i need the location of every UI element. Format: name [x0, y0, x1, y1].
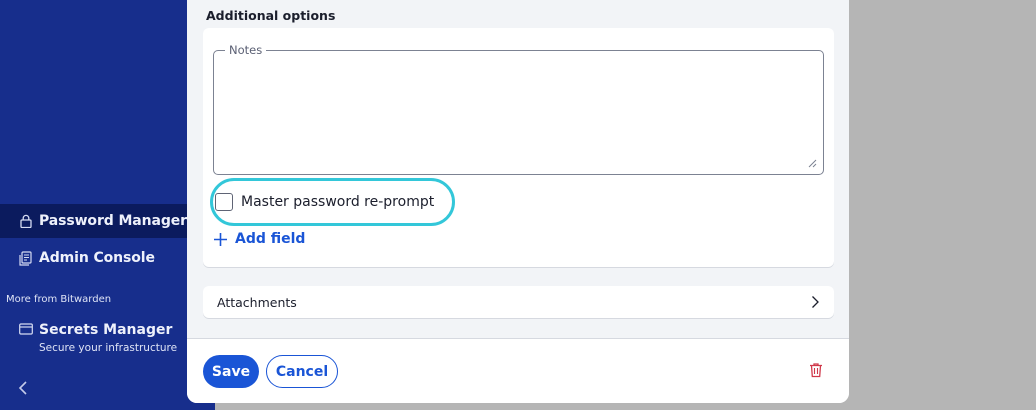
secrets-manager-icon	[19, 323, 33, 337]
sidebar-item-label: Secrets Manager	[39, 322, 173, 338]
sidebar-item-secrets-manager[interactable]: Secrets Manager Secure your infrastructu…	[19, 322, 177, 354]
save-button[interactable]: Save	[203, 355, 259, 388]
sidebar-item-label: Password Manager	[39, 213, 187, 229]
lock-icon	[19, 213, 33, 229]
sidebar-item-password-manager[interactable]: Password Manager	[0, 204, 187, 238]
sidebar-item-admin-console[interactable]: Admin Console	[0, 241, 155, 275]
edit-item-dialog: Additional options Notes Master password…	[187, 0, 849, 403]
reprompt-checkbox[interactable]	[215, 193, 233, 211]
additional-options-card: Notes Master password re-prompt Add fiel…	[203, 28, 834, 267]
sidebar-item-label: Admin Console	[39, 250, 155, 266]
plus-icon	[214, 232, 227, 246]
trash-icon[interactable]	[809, 362, 823, 382]
chevron-right-icon	[812, 296, 819, 308]
attachments-row[interactable]: Attachments	[203, 286, 834, 318]
master-password-reprompt[interactable]: Master password re-prompt	[215, 193, 434, 211]
more-from-bitwarden-heading: More from Bitwarden	[6, 294, 112, 305]
section-title: Additional options	[206, 8, 336, 23]
add-field-button[interactable]: Add field	[213, 231, 305, 247]
cancel-button[interactable]: Cancel	[266, 355, 338, 388]
chevron-left-icon[interactable]	[18, 380, 28, 401]
sidebar-item-subtitle: Secure your infrastructure	[39, 342, 178, 354]
dialog-footer: Save Cancel	[187, 338, 849, 403]
admin-console-icon	[19, 250, 33, 266]
attachments-label: Attachments	[217, 294, 297, 310]
reprompt-label: Master password re-prompt	[241, 194, 435, 210]
resize-handle-icon[interactable]	[808, 159, 817, 168]
sidebar: Password Manager Admin Console More from…	[0, 0, 215, 410]
notes-field[interactable]: Notes	[213, 43, 824, 175]
notes-label: Notes	[225, 43, 267, 57]
add-field-label: Add field	[235, 231, 306, 247]
